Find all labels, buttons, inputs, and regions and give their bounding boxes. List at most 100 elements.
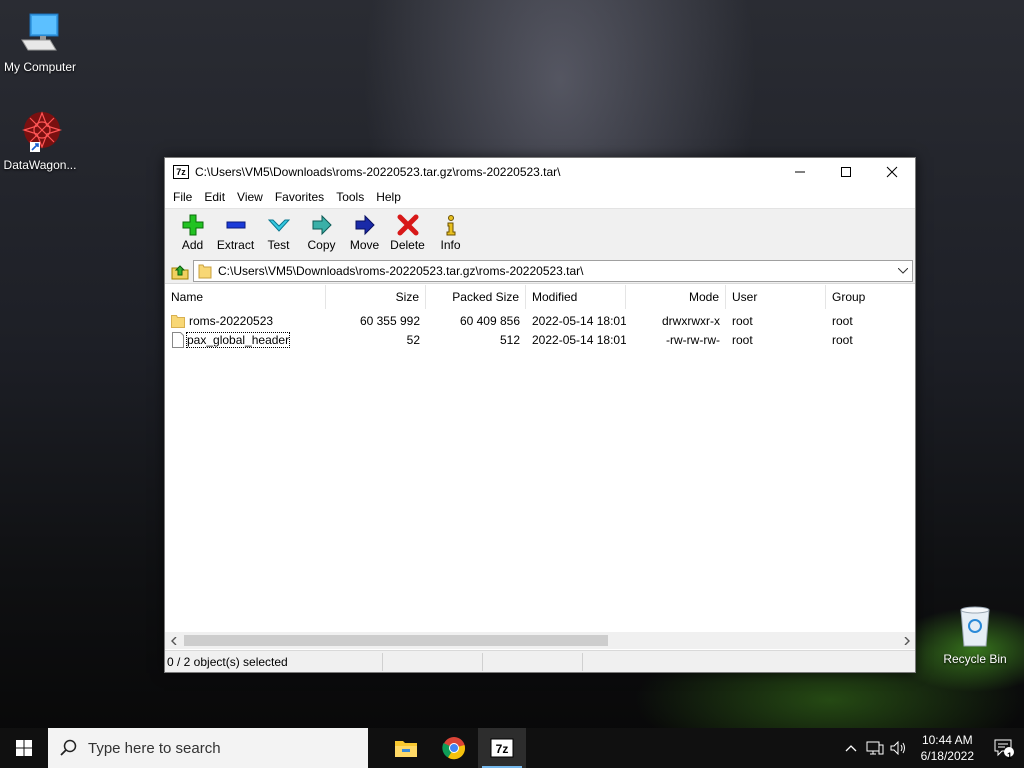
address-bar: C:\Users\VM5\Downloads\roms-20220523.tar… xyxy=(165,258,915,284)
desktop-icon-label: DataWagon... xyxy=(3,158,77,172)
menu-help[interactable]: Help xyxy=(370,190,407,204)
file-packed-size: 60 409 856 xyxy=(459,313,520,328)
network-button[interactable] xyxy=(863,741,887,755)
taskbar-chrome[interactable] xyxy=(430,728,478,768)
file-icon xyxy=(172,331,184,348)
column-mode[interactable]: Mode xyxy=(626,284,726,309)
scroll-right-button[interactable] xyxy=(898,632,915,649)
menu-favorites[interactable]: Favorites xyxy=(269,190,330,204)
column-name[interactable]: Name xyxy=(165,284,326,309)
table-row[interactable]: pax_global_header 52 512 2022-05-14 18:0… xyxy=(165,330,915,349)
file-user: root xyxy=(732,332,753,347)
status-segment xyxy=(583,653,683,671)
status-bar: 0 / 2 object(s) selected xyxy=(165,650,915,672)
datawagon-icon xyxy=(16,108,64,156)
file-name: roms-20220523 xyxy=(189,313,274,328)
move-button[interactable]: Move xyxy=(343,209,386,252)
column-modified[interactable]: Modified xyxy=(526,284,626,309)
chevron-right-icon xyxy=(904,636,910,645)
horizontal-scrollbar[interactable] xyxy=(165,632,915,649)
action-center-button[interactable]: 1 xyxy=(984,738,1024,761)
desktop-icon-label: Recycle Bin xyxy=(943,652,1007,666)
scroll-left-button[interactable] xyxy=(165,632,182,649)
file-size: 60 355 992 xyxy=(359,313,420,328)
file-mode: -rw-rw-rw- xyxy=(666,332,720,347)
system-tray: 10:44 AM 6/18/2022 1 xyxy=(839,728,1024,768)
svg-text:7z: 7z xyxy=(496,742,509,756)
show-hidden-icons-button[interactable] xyxy=(839,744,863,752)
maximize-button[interactable] xyxy=(823,158,869,186)
column-size[interactable]: Size xyxy=(326,284,426,309)
add-button[interactable]: Add xyxy=(171,209,214,252)
chevron-down-icon xyxy=(898,267,908,274)
info-button[interactable]: Info xyxy=(429,209,472,252)
chrome-icon xyxy=(442,737,466,760)
copy-button[interactable]: Copy xyxy=(300,209,343,252)
test-button[interactable]: Test xyxy=(257,209,300,252)
title-bar[interactable]: 7z C:\Users\VM5\Downloads\roms-20220523.… xyxy=(165,158,915,186)
desktop-icon-datawagon[interactable]: DataWagon... xyxy=(0,108,80,172)
desktop-icon-label: My Computer xyxy=(3,60,77,74)
table-row[interactable]: roms-20220523 60 355 992 60 409 856 2022… xyxy=(165,311,915,330)
move-arrow-icon xyxy=(353,214,377,236)
menu-view[interactable]: View xyxy=(231,190,269,204)
7zip-app-icon: 7z xyxy=(173,165,189,179)
file-modified: 2022-05-14 18:01 xyxy=(532,313,626,328)
clock[interactable]: 10:44 AM 6/18/2022 xyxy=(911,732,984,764)
clock-time: 10:44 AM xyxy=(921,733,973,747)
up-folder-button[interactable] xyxy=(167,260,193,282)
desktop-icon-recycle-bin[interactable]: Recycle Bin xyxy=(935,602,1015,666)
scroll-track[interactable] xyxy=(182,632,898,649)
7zip-window: 7z C:\Users\VM5\Downloads\roms-20220523.… xyxy=(164,157,916,673)
start-button[interactable] xyxy=(0,728,48,768)
recycle-bin-icon xyxy=(951,602,999,650)
taskbar-file-explorer[interactable] xyxy=(382,728,430,768)
column-group[interactable]: Group xyxy=(826,285,915,309)
status-segment xyxy=(383,652,483,671)
file-user: root xyxy=(732,313,753,328)
file-packed-size: 512 xyxy=(499,332,520,347)
taskbar-search-box[interactable]: Type here to search xyxy=(48,728,368,768)
check-chevron-icon xyxy=(267,214,291,236)
windows-logo-icon xyxy=(16,740,32,756)
extract-button[interactable]: Extract xyxy=(214,209,257,252)
computer-icon xyxy=(16,10,64,58)
folder-icon xyxy=(198,264,212,278)
address-field[interactable]: C:\Users\VM5\Downloads\roms-20220523.tar… xyxy=(193,259,913,282)
column-packed-size[interactable]: Packed Size xyxy=(426,284,526,309)
desktop-icon-my-computer[interactable]: My Computer xyxy=(0,10,80,74)
file-modified: 2022-05-14 18:01 xyxy=(532,332,626,347)
status-segment xyxy=(483,652,583,671)
address-dropdown-button[interactable] xyxy=(894,267,912,274)
menu-edit[interactable]: Edit xyxy=(198,190,231,204)
list-header: Name Size Packed Size Modified Mode User… xyxy=(165,284,915,309)
7zip-icon: 7z xyxy=(490,738,514,758)
clock-date: 6/18/2022 xyxy=(920,749,974,763)
file-group: root xyxy=(832,332,853,347)
up-folder-icon xyxy=(171,264,189,279)
network-icon xyxy=(866,741,884,755)
search-icon xyxy=(60,739,77,756)
file-list[interactable]: Name Size Packed Size Modified Mode User… xyxy=(165,284,915,635)
volume-button[interactable] xyxy=(887,741,911,755)
column-user[interactable]: User xyxy=(726,284,826,309)
menu-bar: File Edit View Favorites Tools Help xyxy=(165,186,915,208)
taskbar: Type here to search 7z 10:44 AM 6/18/202… xyxy=(0,728,1024,768)
chevron-left-icon xyxy=(170,636,176,645)
toolbar: Add Extract Test Copy Move Delete Info xyxy=(165,208,915,258)
chevron-up-icon xyxy=(845,745,857,752)
plus-icon xyxy=(181,214,205,236)
address-path: C:\Users\VM5\Downloads\roms-20220523.tar… xyxy=(218,263,584,278)
info-icon xyxy=(439,214,463,236)
notification-count-badge: 1 xyxy=(1007,751,1013,761)
close-icon xyxy=(886,166,898,178)
menu-tools[interactable]: Tools xyxy=(330,190,370,204)
scroll-thumb[interactable] xyxy=(184,635,608,646)
minus-icon xyxy=(224,214,248,236)
minimize-button[interactable] xyxy=(777,158,823,186)
taskbar-7zip[interactable]: 7z xyxy=(478,728,526,768)
delete-button[interactable]: Delete xyxy=(386,209,429,252)
close-button[interactable] xyxy=(869,158,915,186)
copy-arrow-icon xyxy=(310,214,334,236)
menu-file[interactable]: File xyxy=(167,190,198,204)
